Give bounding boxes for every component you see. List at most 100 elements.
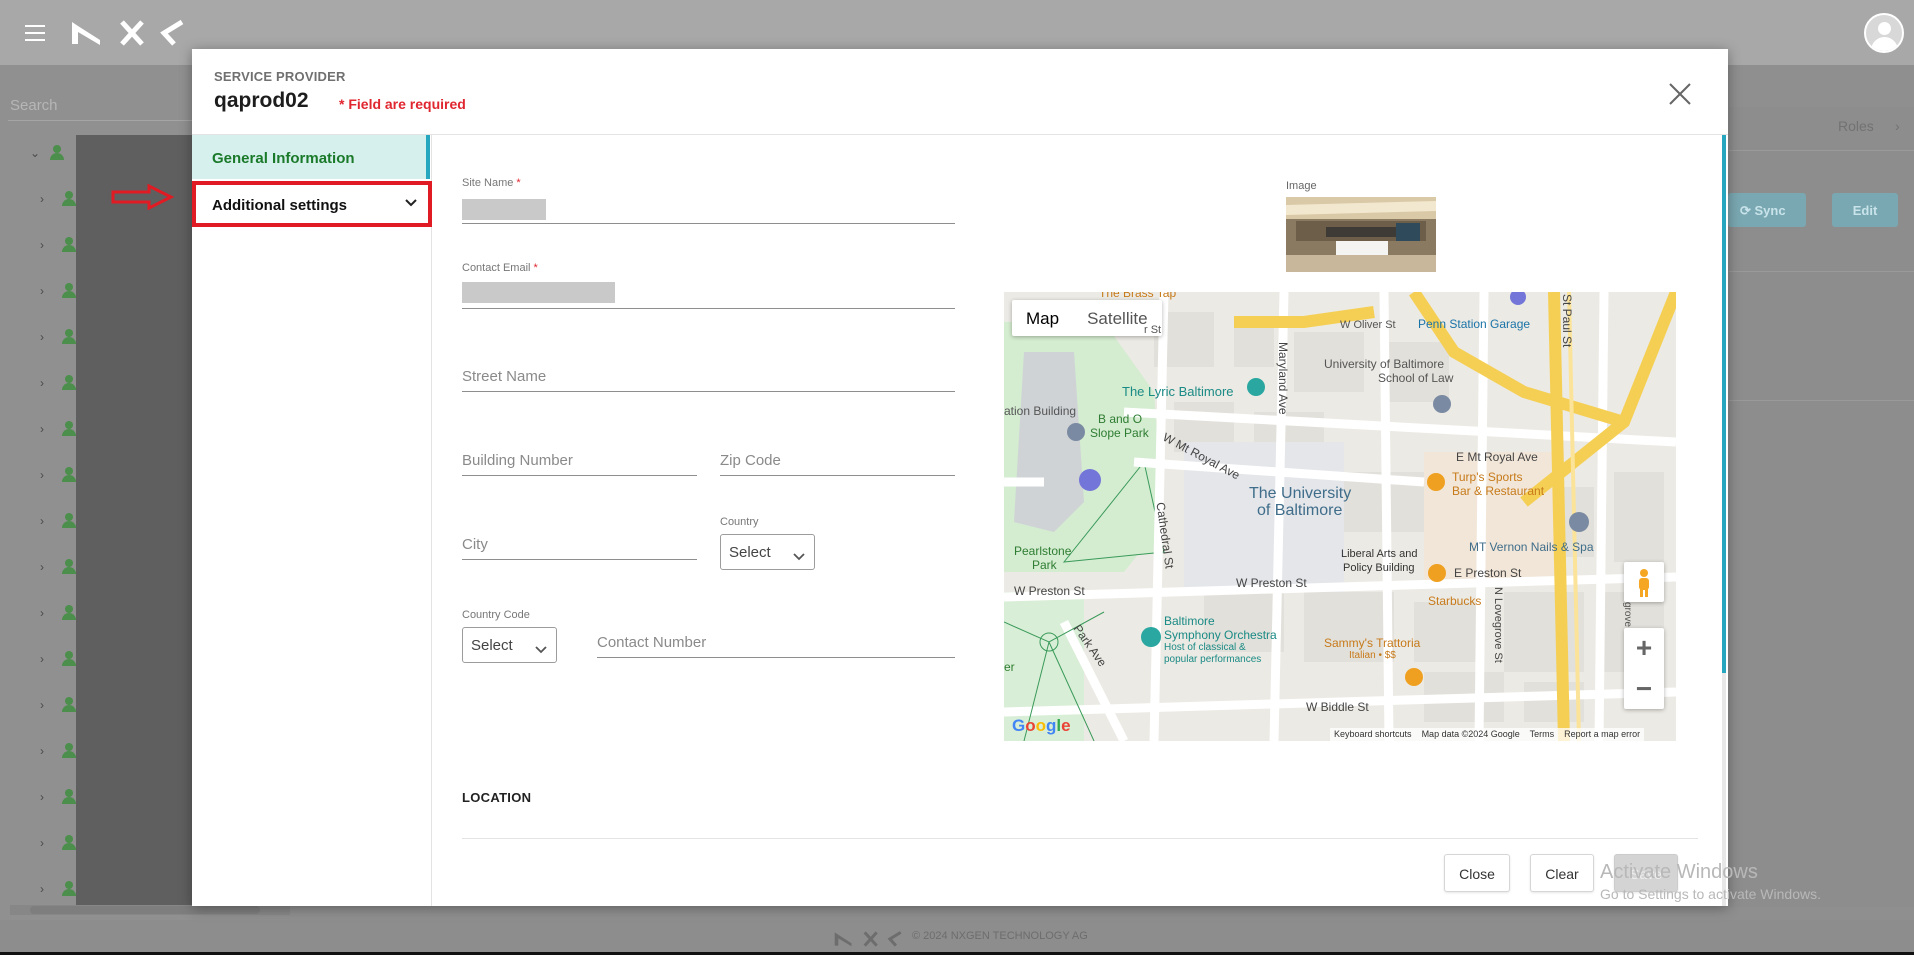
street-view-pegman-icon[interactable] <box>1624 562 1664 602</box>
tree-row[interactable]: › <box>30 879 90 899</box>
contact-number-placeholder: Contact Number <box>597 634 707 651</box>
close-button[interactable]: Close <box>1444 854 1510 892</box>
street-name-input[interactable]: Street Name <box>462 364 955 394</box>
map-label: popular performances <box>1164 654 1262 665</box>
chevron-right-icon[interactable]: › <box>40 744 44 758</box>
user-group-icon <box>62 283 76 298</box>
chevron-right-icon[interactable]: › <box>40 468 44 482</box>
footer-logo <box>830 930 906 953</box>
city-input[interactable]: City <box>462 532 697 562</box>
chevron-right-icon[interactable]: › <box>40 606 44 620</box>
building-number-input[interactable]: Building Number <box>462 448 697 478</box>
tree-row[interactable]: › <box>30 833 90 853</box>
map-label: W Biddle St <box>1306 700 1369 714</box>
nav-general-information[interactable]: General Information <box>192 135 430 179</box>
tree-row[interactable]: › <box>30 695 90 715</box>
tree-row[interactable]: › <box>30 327 90 347</box>
tree-row[interactable]: › <box>30 511 90 531</box>
chevron-right-icon[interactable]: › <box>40 698 44 712</box>
horizontal-scrollbar[interactable] <box>10 905 290 915</box>
tab-roles[interactable]: Roles <box>1838 118 1874 134</box>
map-type-toggle: Map Satellite <box>1012 300 1162 336</box>
user-group-icon <box>50 145 64 160</box>
user-group-icon <box>62 605 76 620</box>
hamburger-menu-icon[interactable] <box>25 25 45 41</box>
terms-link[interactable]: Terms <box>1530 729 1555 739</box>
site-image[interactable] <box>1286 197 1436 272</box>
city-underline <box>462 559 697 560</box>
tree-root-row[interactable]: ⌄ <box>20 143 80 163</box>
tree-row[interactable]: › <box>30 419 90 439</box>
chevron-down-icon[interactable]: ⌄ <box>30 146 40 160</box>
country-select[interactable]: Select <box>720 534 815 570</box>
chevron-right-icon[interactable]: › <box>1895 118 1900 134</box>
page-title: qaprod02 <box>214 89 309 112</box>
site-name-field[interactable]: Site Name * <box>462 177 955 225</box>
chevron-right-icon[interactable]: › <box>40 238 44 252</box>
chevron-right-icon[interactable]: › <box>40 790 44 804</box>
tree-panel <box>76 135 194 905</box>
chevron-right-icon[interactable]: › <box>40 284 44 298</box>
required-note: * Field are required <box>339 96 466 112</box>
contact-email-underline <box>462 308 955 309</box>
sync-icon: ⟳ <box>1740 203 1755 218</box>
chevron-right-icon[interactable]: › <box>40 330 44 344</box>
location-map[interactable]: Map Satellite The Brass Tap r St W Olive… <box>1004 292 1676 741</box>
zip-code-placeholder: Zip Code <box>720 452 781 469</box>
edit-button[interactable]: Edit <box>1832 193 1898 227</box>
tree-row[interactable]: › <box>30 235 90 255</box>
tree-row[interactable]: › <box>30 787 90 807</box>
tree-row[interactable]: › <box>30 465 90 485</box>
required-star: * <box>516 177 521 189</box>
nav-additional-settings[interactable]: Additional settings <box>192 181 432 227</box>
country-code-select-value: Select <box>471 637 513 654</box>
chevron-right-icon[interactable]: › <box>40 192 44 206</box>
zoom-in-icon[interactable]: + <box>1624 628 1664 668</box>
tree-row[interactable]: › <box>30 373 90 393</box>
nav-additional-label: Additional settings <box>212 197 347 214</box>
map-label: Penn Station Garage <box>1418 317 1531 331</box>
map-label: W Preston St <box>1014 584 1085 598</box>
tree-row[interactable]: › <box>30 603 90 623</box>
tree-row[interactable]: › <box>30 189 90 209</box>
map-label: Pearlstone <box>1014 544 1072 558</box>
map-label: Liberal Arts and <box>1341 548 1418 560</box>
map-label: E Mt Royal Ave <box>1456 450 1538 464</box>
footer: © 2024 NXGEN TECHNOLOGY AG <box>0 920 1914 955</box>
zoom-out-icon[interactable]: − <box>1624 669 1664 709</box>
windows-activation-hint: Go to Settings to activate Windows. <box>1600 886 1821 902</box>
chevron-down-icon <box>535 641 547 658</box>
close-icon[interactable] <box>1665 79 1695 109</box>
keyboard-shortcuts-link[interactable]: Keyboard shortcuts <box>1334 729 1412 739</box>
map-tab-map[interactable]: Map <box>1012 300 1073 336</box>
chevron-right-icon[interactable]: › <box>40 882 44 896</box>
chevron-right-icon[interactable]: › <box>40 376 44 390</box>
chevron-down-icon[interactable] <box>404 196 418 215</box>
map-label: W Preston St <box>1236 576 1307 590</box>
contact-number-input[interactable]: Contact Number <box>597 630 955 660</box>
vertical-scrollbar-thumb[interactable] <box>1722 135 1726 673</box>
user-avatar-icon[interactable] <box>1864 13 1904 53</box>
sidebar-search-input[interactable]: Search <box>10 97 190 114</box>
chevron-right-icon[interactable]: › <box>40 652 44 666</box>
chevron-right-icon[interactable]: › <box>40 422 44 436</box>
chevron-right-icon[interactable]: › <box>40 836 44 850</box>
nxg-logo <box>70 18 185 48</box>
tree-row[interactable]: › <box>30 557 90 577</box>
tree-row[interactable]: › <box>30 281 90 301</box>
location-heading: LOCATION <box>462 790 532 805</box>
report-map-error-link[interactable]: Report a map error <box>1564 729 1640 739</box>
chevron-right-icon[interactable]: › <box>40 514 44 528</box>
zip-code-input[interactable]: Zip Code <box>720 448 955 478</box>
contact-email-field[interactable]: Contact Email * <box>462 262 955 310</box>
chevron-right-icon[interactable]: › <box>40 560 44 574</box>
country-code-select[interactable]: Select <box>462 627 557 663</box>
divider <box>1729 400 1914 401</box>
map-label: Baltimore <box>1164 614 1215 628</box>
sync-label: Sync <box>1754 203 1786 218</box>
user-group-icon <box>62 513 76 528</box>
sync-button[interactable]: ⟳ Sync <box>1728 193 1806 227</box>
tree-row[interactable]: › <box>30 649 90 669</box>
clear-button[interactable]: Clear <box>1530 854 1594 892</box>
tree-row[interactable]: › <box>30 741 90 761</box>
